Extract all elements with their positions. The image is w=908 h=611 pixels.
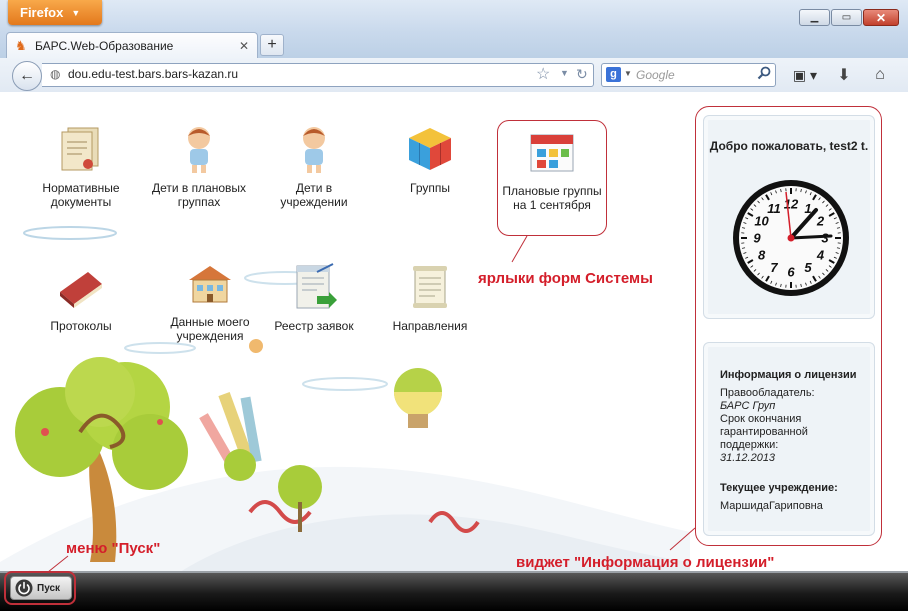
taskbar <box>0 572 908 611</box>
callout-start-menu: меню "Пуск" <box>66 540 161 557</box>
expiry-label: Срок окончания гарантированной поддержки… <box>720 413 808 451</box>
clock-number: 2 <box>816 214 825 229</box>
owner-label: Правообладатель: <box>720 387 815 399</box>
institution-value: МаршидаГариповна <box>720 500 823 512</box>
clock-number: 9 <box>753 231 761 246</box>
taskbar-divider <box>0 571 908 573</box>
welcome-text: Добро пожаловать, test2 t. <box>709 139 869 153</box>
callout-widget: виджет "Информация о лицензии" <box>516 554 775 571</box>
license-title: Информация о лицензии <box>720 369 857 381</box>
institution-label: Текущее учреждение: <box>720 482 838 494</box>
start-highlight <box>4 571 76 605</box>
callout-shortcuts: ярлыки форм Системы <box>478 270 653 287</box>
clock-number: 11 <box>767 201 781 216</box>
expiry-value: 31.12.2013 <box>720 452 776 464</box>
owner-value: БАРС Груп <box>720 400 776 412</box>
clock-number: 7 <box>770 260 778 275</box>
clock-icon: 12 1234567891011 <box>733 180 849 296</box>
clock-number: 6 <box>787 265 795 280</box>
clock-number: 8 <box>758 248 766 263</box>
clock-number: 3 <box>821 231 829 246</box>
clock-number: 5 <box>804 260 812 275</box>
clock-number: 4 <box>816 248 825 263</box>
